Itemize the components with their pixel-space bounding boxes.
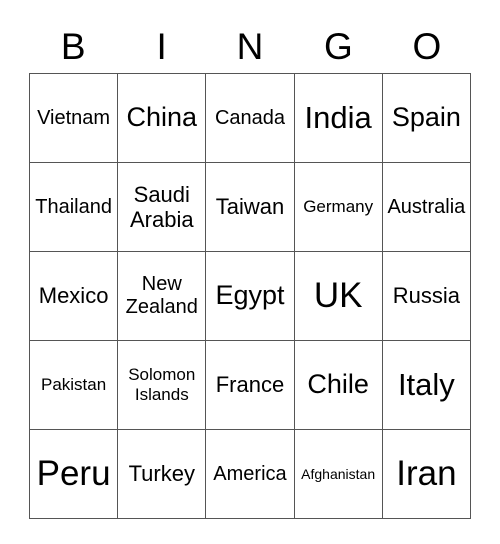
bingo-cell[interactable]: Germany — [293, 162, 383, 252]
bingo-cell[interactable]: Canada — [205, 73, 295, 163]
header-letter-b: B — [60, 26, 86, 67]
bingo-cell[interactable]: Chile — [293, 340, 383, 430]
bingo-cell[interactable]: Iran — [381, 429, 472, 519]
bingo-cell[interactable]: Taiwan — [205, 162, 295, 252]
bingo-cell[interactable]: Italy — [381, 340, 472, 430]
bingo-cell[interactable]: China — [117, 73, 207, 163]
bingo-cell[interactable]: UK — [293, 251, 383, 341]
header-letter-o: O — [412, 26, 442, 67]
bingo-cell[interactable]: Australia — [381, 162, 472, 252]
bingo-cell[interactable]: France — [205, 340, 295, 430]
bingo-cell[interactable]: America — [205, 429, 295, 519]
bingo-cell[interactable]: New Zealand — [117, 251, 207, 341]
grid-row: Mexico New Zealand Egypt UK Russia — [28, 251, 472, 341]
bingo-cell[interactable]: Afghanistan — [293, 429, 383, 519]
header-letter-i: I — [156, 26, 167, 67]
grid-row: Peru Turkey America Afghanistan Iran — [28, 429, 472, 519]
bingo-cell[interactable]: Egypt — [205, 251, 295, 341]
grid-row: Thailand Saudi Arabia Taiwan Germany Aus… — [28, 162, 472, 252]
bingo-cell[interactable]: Russia — [381, 251, 472, 341]
bingo-cell[interactable]: Thailand — [28, 162, 119, 252]
bingo-header: B I N G O — [29, 22, 471, 72]
bingo-cell[interactable]: Mexico — [28, 251, 119, 341]
header-letter-n: N — [236, 26, 264, 67]
bingo-cell[interactable]: Saudi Arabia — [117, 162, 207, 252]
bingo-cell[interactable]: India — [293, 73, 383, 163]
grid-row: Pakistan Solomon Islands France Chile It… — [28, 340, 472, 430]
bingo-grid: Vietnam China Canada India Spain Thailan… — [28, 73, 472, 519]
bingo-cell[interactable]: Spain — [381, 73, 472, 163]
bingo-cell[interactable]: Peru — [28, 429, 119, 519]
bingo-cell[interactable]: Pakistan — [28, 340, 119, 430]
bingo-cell[interactable]: Turkey — [117, 429, 207, 519]
bingo-cell[interactable]: Solomon Islands — [117, 340, 207, 430]
bingo-cell[interactable]: Vietnam — [28, 73, 119, 163]
header-letter-g: G — [324, 26, 353, 67]
grid-row: Vietnam China Canada India Spain — [28, 73, 472, 163]
